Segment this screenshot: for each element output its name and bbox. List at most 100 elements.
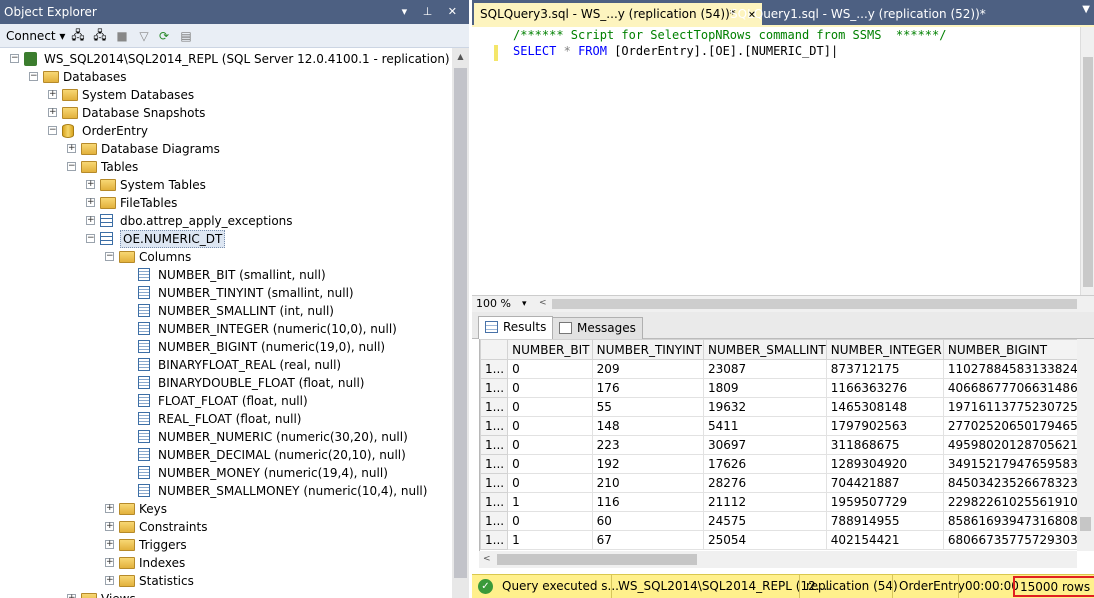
collapse-icon[interactable]: − bbox=[67, 162, 76, 171]
table-cell[interactable]: 148 bbox=[591, 416, 705, 436]
table-row[interactable]: 1... 0 209 23087 873712175 110278845831338241… bbox=[480, 359, 1094, 379]
table-cell[interactable]: 0 bbox=[507, 416, 593, 436]
scrollbar-thumb[interactable] bbox=[1083, 57, 1093, 287]
table-row[interactable]: 1... 0 60 24575 788914955 8586169394731680851 bbox=[480, 511, 1094, 531]
table-cell[interactable]: 3491521794765958333 bbox=[942, 454, 1094, 474]
row-header-cell[interactable]: 1... bbox=[480, 511, 509, 531]
expand-icon[interactable]: + bbox=[86, 198, 95, 207]
editor-horizontal-scrollbar[interactable]: < bbox=[536, 297, 1078, 311]
zoom-dropdown-icon[interactable]: ▾ bbox=[522, 296, 527, 312]
scrollbar-thumb[interactable] bbox=[1080, 517, 1091, 531]
table-cell[interactable]: 1166363276 bbox=[825, 378, 944, 398]
expand-icon[interactable]: + bbox=[105, 558, 114, 567]
table-cell[interactable]: 1959507729 bbox=[825, 492, 944, 512]
refresh-icon[interactable]: ⟳ bbox=[156, 28, 172, 44]
row-header-cell[interactable]: 1... bbox=[480, 530, 509, 550]
table-cell[interactable]: 1289304920 bbox=[825, 454, 944, 474]
column-header[interactable]: NUMBER_INTEGER bbox=[825, 339, 944, 360]
table-cell[interactable]: 210 bbox=[591, 473, 705, 493]
connect-button[interactable]: Connect ▾ bbox=[6, 27, 65, 45]
table-cell[interactable]: 0 bbox=[507, 435, 593, 455]
row-header-cell[interactable]: 1... bbox=[480, 492, 509, 512]
table-cell[interactable]: 17626 bbox=[703, 454, 827, 474]
expand-icon[interactable]: + bbox=[67, 144, 76, 153]
table-cell[interactable]: 5411 bbox=[703, 416, 827, 436]
scroll-left-arrow-icon[interactable]: < bbox=[483, 554, 491, 564]
tab-messages[interactable]: Messages bbox=[552, 317, 643, 339]
row-header-cell[interactable]: 1... bbox=[480, 473, 509, 493]
expand-icon[interactable]: + bbox=[105, 576, 114, 585]
collapse-icon[interactable]: − bbox=[29, 72, 38, 81]
expand-icon[interactable]: + bbox=[48, 108, 57, 117]
row-header-cell[interactable]: 1... bbox=[480, 454, 509, 474]
table-cell[interactable]: 0 bbox=[507, 473, 593, 493]
table-cell[interactable]: 1465308148 bbox=[825, 397, 944, 417]
table-cell[interactable]: 223 bbox=[591, 435, 705, 455]
expand-icon[interactable]: + bbox=[86, 180, 95, 189]
table-row[interactable]: 1... 0 210 28276 704421887 845034235266783237… bbox=[480, 473, 1094, 493]
table-cell[interactable]: 19632 bbox=[703, 397, 827, 417]
table-row[interactable]: 1... 0 148 5411 1797902563 277025206501794651… bbox=[480, 416, 1094, 436]
row-header-cell[interactable]: 1... bbox=[480, 378, 509, 398]
column-header[interactable] bbox=[480, 339, 509, 360]
row-header-cell[interactable]: 1... bbox=[480, 359, 509, 379]
table-cell[interactable]: 60 bbox=[591, 511, 705, 531]
results-horizontal-scrollbar[interactable]: < bbox=[479, 551, 1077, 568]
table-cell[interactable]: 1797902563 bbox=[825, 416, 944, 436]
object-explorer-scrollbar[interactable]: ▲ bbox=[452, 48, 469, 598]
table-cell[interactable]: 873712175 bbox=[825, 359, 944, 379]
zoom-level[interactable]: 100 % bbox=[476, 296, 511, 312]
table-cell[interactable]: 0 bbox=[507, 378, 593, 398]
column-header[interactable]: NUMBER_SMALLINT bbox=[703, 339, 827, 360]
window-controls[interactable]: ▾ ⊥ ✕ bbox=[402, 0, 463, 24]
table-cell[interactable]: 116 bbox=[591, 492, 705, 512]
connect-object-icon[interactable]: 🖧 bbox=[70, 28, 86, 44]
expand-icon[interactable]: + bbox=[105, 504, 114, 513]
table-cell[interactable]: 8586169394731680851 bbox=[942, 511, 1094, 531]
editor-vertical-scrollbar[interactable] bbox=[1080, 27, 1094, 297]
scrollbar-thumb[interactable] bbox=[552, 299, 1077, 309]
table-cell[interactable]: 209 bbox=[591, 359, 705, 379]
tab-sqlquery1[interactable]: SQLQuery1.sql - WS_...y (replication (52… bbox=[724, 3, 992, 25]
table-cell[interactable]: 402154421 bbox=[825, 530, 944, 550]
row-header-cell[interactable]: 1... bbox=[480, 397, 509, 417]
table-cell[interactable]: 311868675 bbox=[825, 435, 944, 455]
table-row[interactable]: 1... 0 223 30697 311868675 495980201287056216… bbox=[480, 435, 1094, 455]
table-row[interactable]: 1... 1 116 21112 1959507729 22982261025561910… bbox=[480, 492, 1094, 512]
table-cell[interactable]: 1 bbox=[507, 492, 593, 512]
tab-results[interactable]: Results bbox=[478, 316, 554, 339]
table-cell[interactable]: 21112 bbox=[703, 492, 827, 512]
table-cell[interactable]: 788914955 bbox=[825, 511, 944, 531]
table-row[interactable]: 1... 0 176 1809 1166363276 406686777066314862… bbox=[480, 378, 1094, 398]
table-cell[interactable]: 23087 bbox=[703, 359, 827, 379]
table-cell[interactable]: 28276 bbox=[703, 473, 827, 493]
table-cell[interactable]: 0 bbox=[507, 454, 593, 474]
column-header[interactable]: NUMBER_BIT bbox=[507, 339, 593, 360]
results-grid[interactable]: NUMBER_BIT NUMBER_TINYINT NUMBER_SMALLINT N… bbox=[479, 339, 1094, 551]
scrollbar-thumb[interactable] bbox=[454, 68, 467, 578]
table-cell[interactable]: 1809 bbox=[703, 378, 827, 398]
table-cell[interactable]: 2770252065017946516 bbox=[942, 416, 1094, 436]
collapse-icon[interactable]: − bbox=[86, 234, 95, 243]
collapse-icon[interactable]: − bbox=[105, 252, 114, 261]
table-row[interactable]: 1... 1 67 25054 402154421 6806673577572930331 bbox=[480, 530, 1094, 550]
table-cell[interactable]: 704421887 bbox=[825, 473, 944, 493]
table-cell[interactable]: 1102788458313382416 bbox=[942, 359, 1094, 379]
table-cell[interactable]: 1 bbox=[507, 530, 593, 550]
scroll-left-arrow-icon[interactable]: < bbox=[539, 298, 547, 308]
column-header[interactable]: NUMBER_BIGINT bbox=[942, 339, 1094, 360]
tab-sqlquery3[interactable]: SQLQuery3.sql - WS_...y (replication (54… bbox=[474, 3, 762, 25]
row-header-cell[interactable]: 1... bbox=[480, 416, 509, 436]
table-cell[interactable]: 176 bbox=[591, 378, 705, 398]
table-cell[interactable]: 4959802012870562169 bbox=[942, 435, 1094, 455]
expand-icon[interactable]: + bbox=[105, 522, 114, 531]
collapse-icon[interactable]: − bbox=[10, 54, 19, 63]
column-header[interactable]: NUMBER_TINYINT bbox=[591, 339, 705, 360]
results-vertical-scrollbar[interactable] bbox=[1077, 339, 1094, 551]
expand-icon[interactable]: + bbox=[48, 90, 57, 99]
activity-monitor-icon[interactable]: ▤ bbox=[178, 28, 194, 44]
table-cell[interactable]: 192 bbox=[591, 454, 705, 474]
scrollbar-thumb[interactable] bbox=[497, 554, 697, 565]
table-cell[interactable]: 30697 bbox=[703, 435, 827, 455]
scroll-up-arrow-icon[interactable]: ▲ bbox=[452, 48, 469, 65]
